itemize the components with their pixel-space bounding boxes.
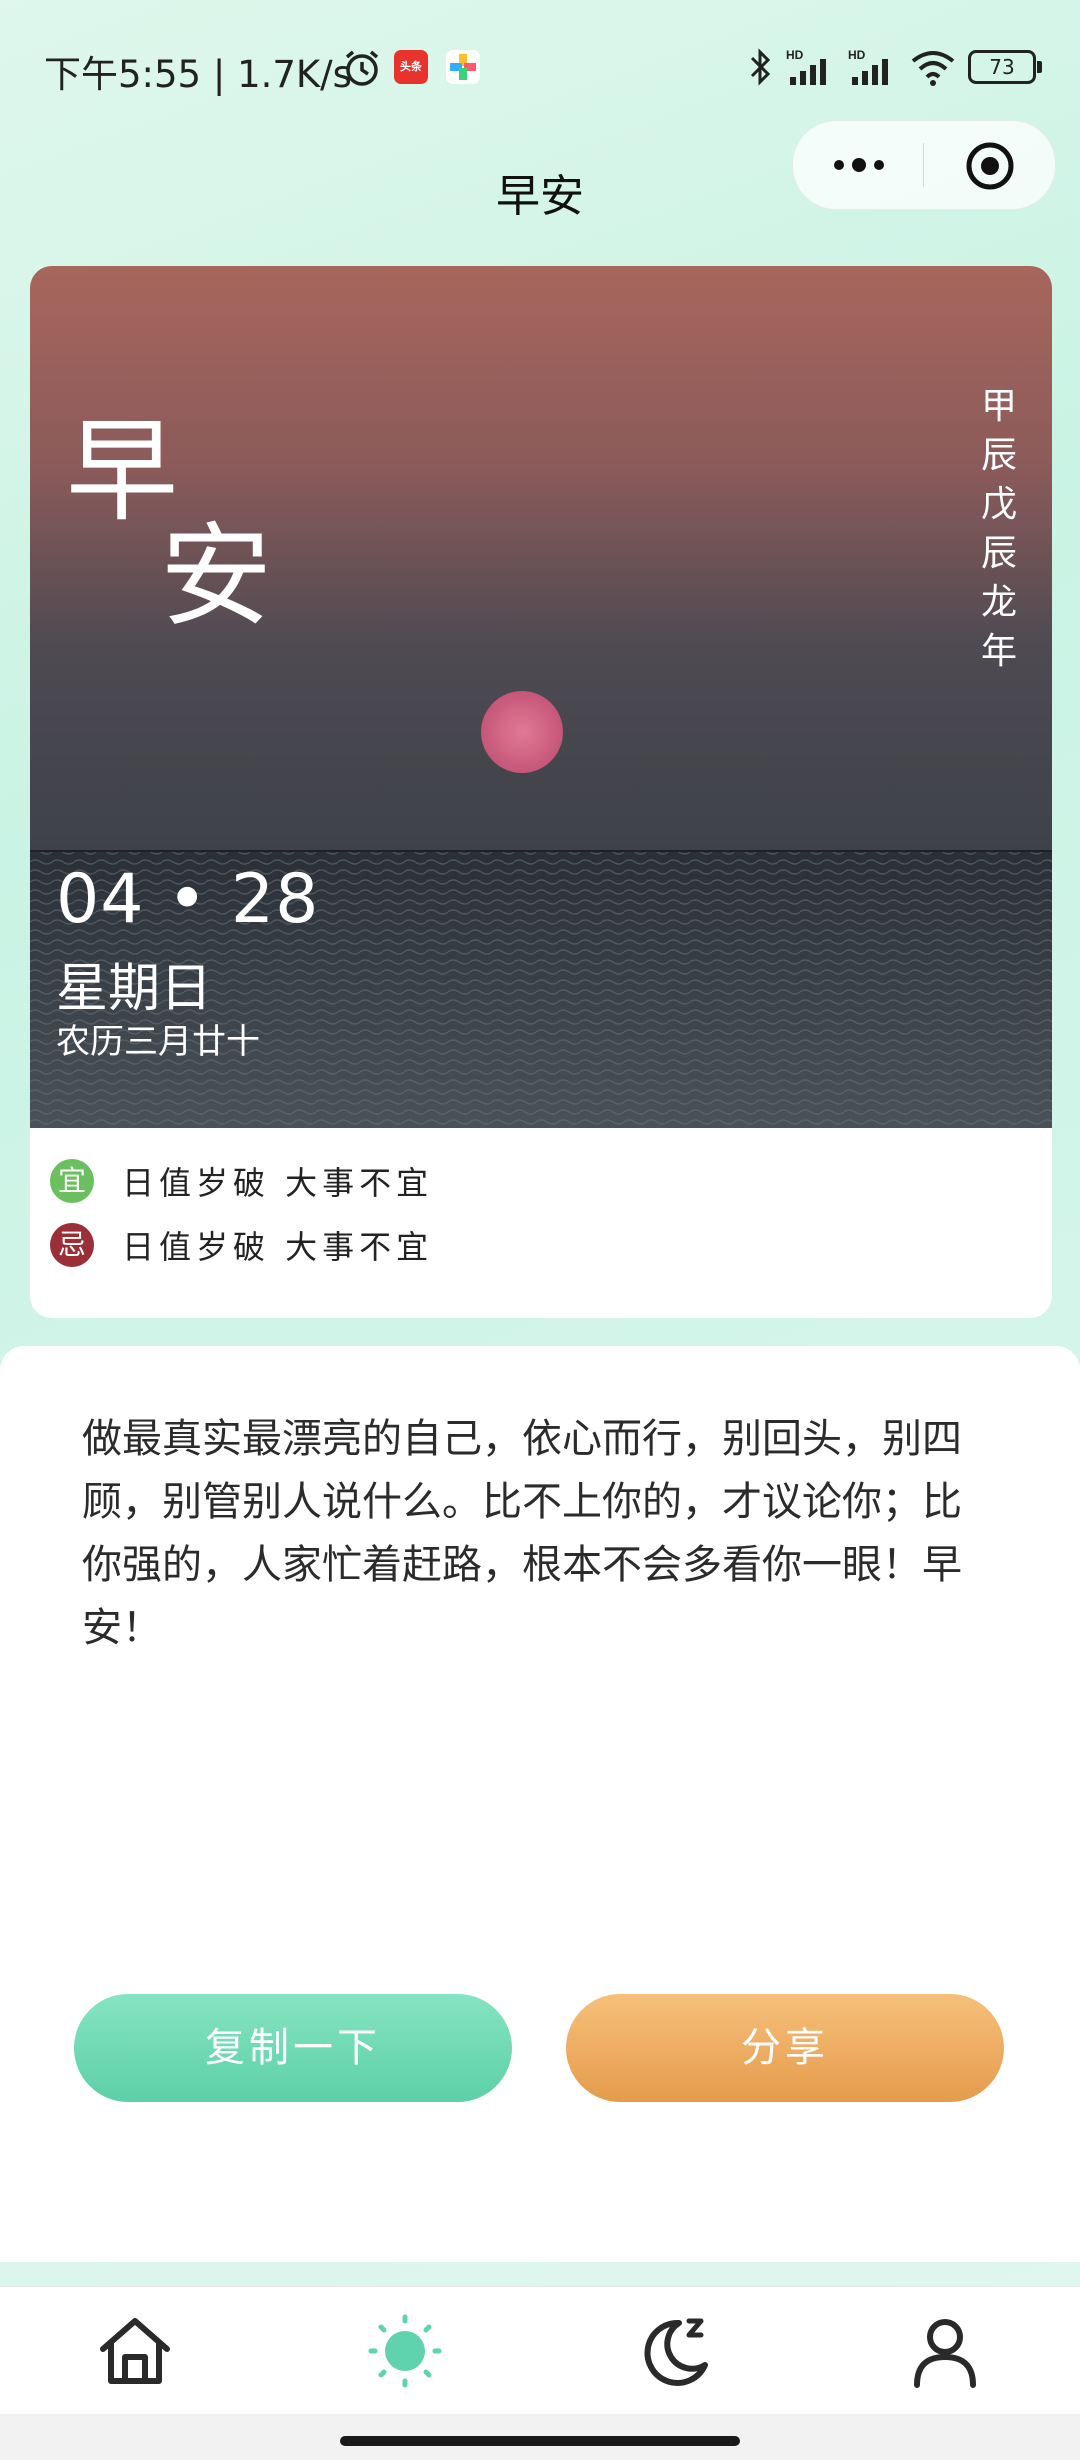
status-time: 下午5:55 | 1.7K/s bbox=[44, 53, 352, 96]
alarm-icon bbox=[345, 50, 379, 86]
ganzhi-year: 甲辰戊辰龙年 bbox=[980, 386, 1017, 672]
ji-text: 日值岁破 大事不宜 bbox=[122, 1228, 434, 1266]
signal-icon: HD bbox=[786, 48, 826, 85]
battery-icon: 73 bbox=[968, 50, 1042, 84]
share-button[interactable]: 分享 bbox=[566, 1994, 1004, 2102]
weekday-text: 星期日 bbox=[56, 959, 213, 1019]
toutiao-app-icon: 头条 bbox=[394, 50, 428, 84]
yi-row: 宜 日值岁破 大事不宜 bbox=[50, 1159, 433, 1203]
moon-sleep-icon[interactable] bbox=[635, 2311, 715, 2391]
miniprogram-capsule bbox=[792, 120, 1056, 210]
tab-bar bbox=[0, 2286, 1080, 2415]
signal-icon-2: HD bbox=[848, 48, 888, 85]
lunar-date: 农历三月廿十 bbox=[56, 1022, 260, 1062]
sun-icon[interactable] bbox=[365, 2311, 445, 2391]
svg-text:HD: HD bbox=[848, 48, 866, 62]
more-icon[interactable] bbox=[829, 151, 889, 179]
svg-text:HD: HD bbox=[786, 48, 804, 62]
home-icon[interactable] bbox=[95, 2311, 175, 2391]
status-bar: 下午5:55 | 1.7K/s 头条 HD HD 73 bbox=[0, 0, 1080, 130]
bluetooth-icon bbox=[750, 48, 771, 86]
sunset-photo: 早 安 甲辰戊辰龙年 04 • 28 星期日 农历三月廿十 bbox=[30, 266, 1052, 1128]
ji-row: 忌 日值岁破 大事不宜 bbox=[50, 1223, 433, 1267]
copy-button[interactable]: 复制一下 bbox=[74, 1994, 512, 2102]
greeting-card: 早 安 甲辰戊辰龙年 04 • 28 星期日 农历三月廿十 宜 日值岁破 大事不… bbox=[30, 266, 1052, 1318]
capsule-divider bbox=[923, 143, 924, 187]
status-icons: HD HD 73 bbox=[748, 44, 1042, 90]
date-text: 04 • 28 bbox=[56, 860, 320, 939]
big-an-text: 安 bbox=[160, 512, 272, 642]
colorful-app-icon bbox=[446, 50, 480, 84]
yi-text: 日值岁破 大事不宜 bbox=[122, 1164, 434, 1202]
quote-panel: 做最真实最漂亮的自己，依心而行，别回头，别四顾，别管别人说什么。比不上你的，才议… bbox=[0, 1346, 1080, 2262]
home-indicator-bar[interactable] bbox=[340, 2436, 740, 2446]
ji-badge: 忌 bbox=[50, 1223, 94, 1267]
close-miniprogram-icon[interactable] bbox=[965, 141, 1015, 191]
yi-badge: 宜 bbox=[50, 1159, 94, 1203]
wifi-icon bbox=[911, 51, 955, 86]
person-icon[interactable] bbox=[905, 2311, 985, 2391]
quote-text: 做最真实最漂亮的自己，依心而行，别回头，别四顾，别管别人说什么。比不上你的，才议… bbox=[82, 1416, 962, 1651]
